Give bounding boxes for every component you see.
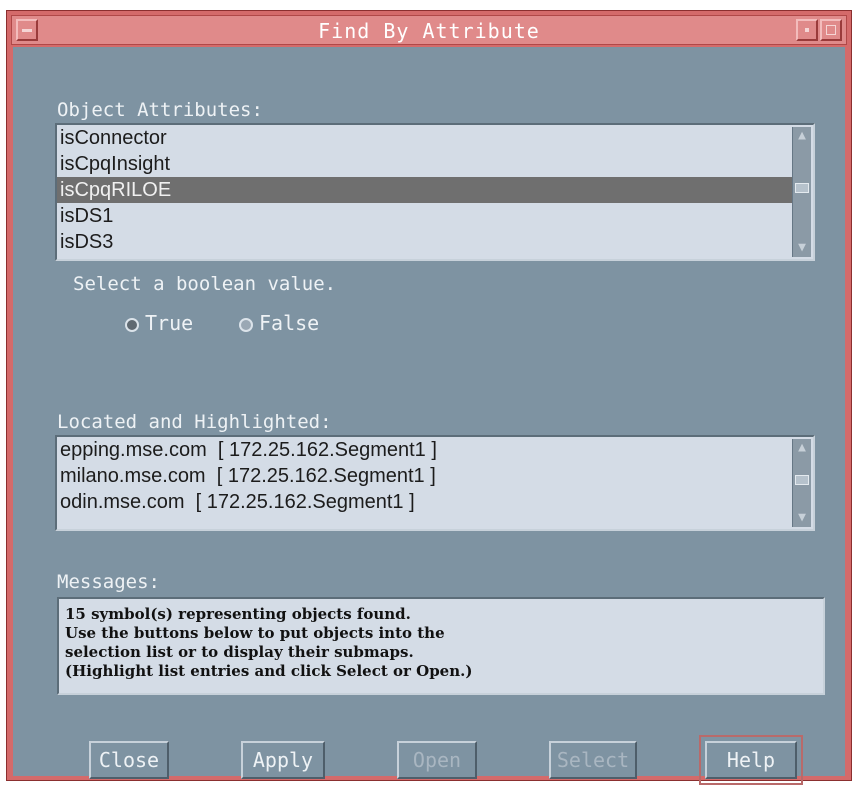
radio-false[interactable]: False (239, 311, 319, 335)
dialog-body: Object Attributes: isConnector isCpqInsi… (13, 47, 845, 785)
minimize-icon[interactable] (796, 19, 818, 41)
object-attributes-label: Object Attributes: (57, 99, 263, 121)
maximize-icon[interactable] (820, 19, 842, 41)
list-item[interactable]: milano.mse.com [ 172.25.162.Segment1 ] (57, 463, 813, 489)
boolean-prompt: Select a boolean value. (73, 273, 337, 295)
scroll-thumb[interactable] (795, 475, 809, 485)
radio-unchecked-icon[interactable] (239, 318, 253, 332)
close-button[interactable]: Close (89, 741, 169, 779)
scroll-up-icon[interactable]: ▲ (793, 439, 811, 457)
located-scrollbar[interactable]: ▲ ▼ (792, 439, 811, 527)
scroll-down-icon[interactable]: ▼ (793, 239, 811, 257)
list-item[interactable]: isDS1 (57, 203, 813, 229)
list-item[interactable]: odin.mse.com [ 172.25.162.Segment1 ] (57, 489, 813, 515)
radio-checked-icon[interactable] (125, 318, 139, 332)
messages-label: Messages: (57, 571, 160, 593)
window-title: Find By Attribute (318, 19, 540, 43)
radio-true-label: True (145, 311, 194, 335)
help-button[interactable]: Help (705, 741, 797, 779)
scroll-up-icon[interactable]: ▲ (793, 127, 811, 145)
list-item[interactable]: epping.mse.com [ 172.25.162.Segment1 ] (57, 437, 813, 463)
located-label: Located and Highlighted: (57, 411, 332, 433)
list-item-selected[interactable]: isCpqRILOE (57, 177, 805, 203)
title-bar[interactable]: Find By Attribute (11, 15, 847, 45)
list-item[interactable]: isConnector (57, 125, 813, 151)
located-list[interactable]: epping.mse.com [ 172.25.162.Segment1 ] m… (55, 435, 815, 531)
select-button[interactable]: Select (549, 741, 637, 779)
scroll-down-icon[interactable]: ▼ (793, 509, 811, 527)
find-by-attribute-window: Find By Attribute Object Attributes: isC… (6, 10, 852, 785)
messages-area: 15 symbol(s) representing objects found.… (57, 597, 825, 695)
object-attributes-list[interactable]: isConnector isCpqInsight isCpqRILOE isDS… (55, 123, 815, 261)
apply-button[interactable]: Apply (241, 741, 325, 779)
open-button[interactable]: Open (397, 741, 477, 779)
list-item[interactable]: isCpqInsight (57, 151, 813, 177)
radio-true[interactable]: True (125, 311, 193, 335)
scroll-thumb[interactable] (795, 183, 809, 193)
attributes-scrollbar[interactable]: ▲ ▼ (792, 127, 811, 257)
radio-false-label: False (259, 311, 320, 335)
list-item[interactable]: isDS3 (57, 229, 813, 255)
